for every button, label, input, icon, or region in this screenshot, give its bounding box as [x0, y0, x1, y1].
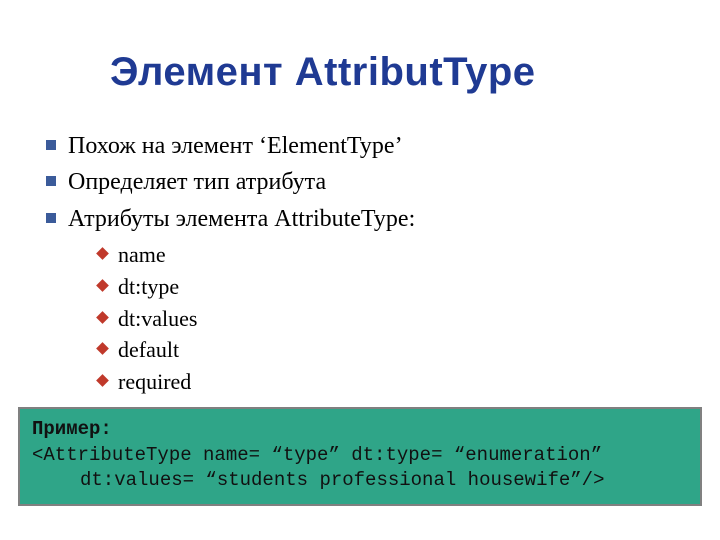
sub-bullet-text: default [118, 337, 179, 362]
example-code-line: <AttributeType name= “type” dt:type= “en… [32, 443, 688, 469]
list-item: Похож на элемент ‘ElementType’ [40, 128, 680, 164]
slide-body: Похож на элемент ‘ElementType’ Определяе… [40, 128, 680, 400]
list-item: default [68, 334, 680, 366]
list-item: Атрибуты элемента AttributeType: name dt… [40, 201, 680, 400]
list-item: required [68, 366, 680, 398]
example-box: Пример: <AttributeType name= “type” dt:t… [18, 407, 702, 506]
slide: Элемент AttributType Похож на элемент ‘E… [0, 0, 720, 540]
bullet-text: Похож на элемент ‘ElementType’ [68, 133, 403, 159]
bullet-list: Похож на элемент ‘ElementType’ Определяе… [40, 128, 680, 400]
sub-bullet-text: name [118, 242, 166, 267]
sub-bullet-list: name dt:type dt:values default required [68, 239, 680, 397]
bullet-text: Атрибуты элемента AttributeType: [68, 206, 415, 232]
list-item: dt:type [68, 271, 680, 303]
bullet-text: Определяет тип атрибута [68, 169, 326, 195]
list-item: dt:values [68, 303, 680, 335]
sub-bullet-text: dt:type [118, 274, 179, 299]
list-item: name [68, 239, 680, 271]
example-label: Пример: [32, 417, 688, 443]
sub-bullet-text: required [118, 369, 191, 394]
list-item: Определяет тип атрибута [40, 164, 680, 200]
sub-bullet-text: dt:values [118, 306, 197, 331]
example-code-line: dt:values= “students professional housew… [32, 468, 688, 494]
slide-title: Элемент AttributType [110, 50, 536, 95]
